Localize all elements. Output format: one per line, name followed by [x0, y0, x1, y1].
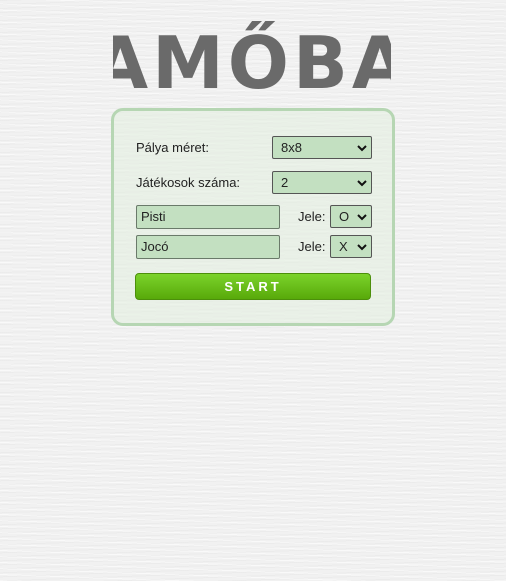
- chevron-down-icon: [357, 244, 367, 251]
- logo-text: AMŐBA: [113, 21, 391, 94]
- player2-mark-select[interactable]: X: [330, 235, 372, 258]
- board-size-select[interactable]: 8x8: [272, 136, 372, 159]
- chevron-down-icon: [357, 214, 367, 221]
- player2-mark-label: Jele:: [298, 239, 326, 254]
- player2-mark-value: X: [339, 239, 348, 254]
- app-logo: AMŐBA: [113, 12, 391, 94]
- chevron-down-icon: [357, 180, 367, 187]
- player1-mark-value: O: [339, 209, 350, 224]
- player1-name-input[interactable]: Pisti: [136, 205, 280, 229]
- players-count-select[interactable]: 2: [272, 171, 372, 194]
- board-size-label: Pálya méret:: [136, 140, 209, 155]
- board-size-value: 8x8: [281, 140, 302, 155]
- player1-mark-select[interactable]: O: [330, 205, 372, 228]
- players-count-value: 2: [281, 175, 289, 190]
- players-count-label: Játékosok száma:: [136, 175, 241, 190]
- player1-mark-label: Jele:: [298, 209, 326, 224]
- player2-name-value: Jocó: [141, 239, 169, 254]
- start-button[interactable]: START: [135, 273, 371, 300]
- settings-panel: Pálya méret: 8x8 Játékosok száma: 2 Pist…: [111, 108, 395, 326]
- player1-name-value: Pisti: [141, 209, 166, 224]
- player2-name-input[interactable]: Jocó: [136, 235, 280, 259]
- chevron-down-icon: [357, 145, 367, 152]
